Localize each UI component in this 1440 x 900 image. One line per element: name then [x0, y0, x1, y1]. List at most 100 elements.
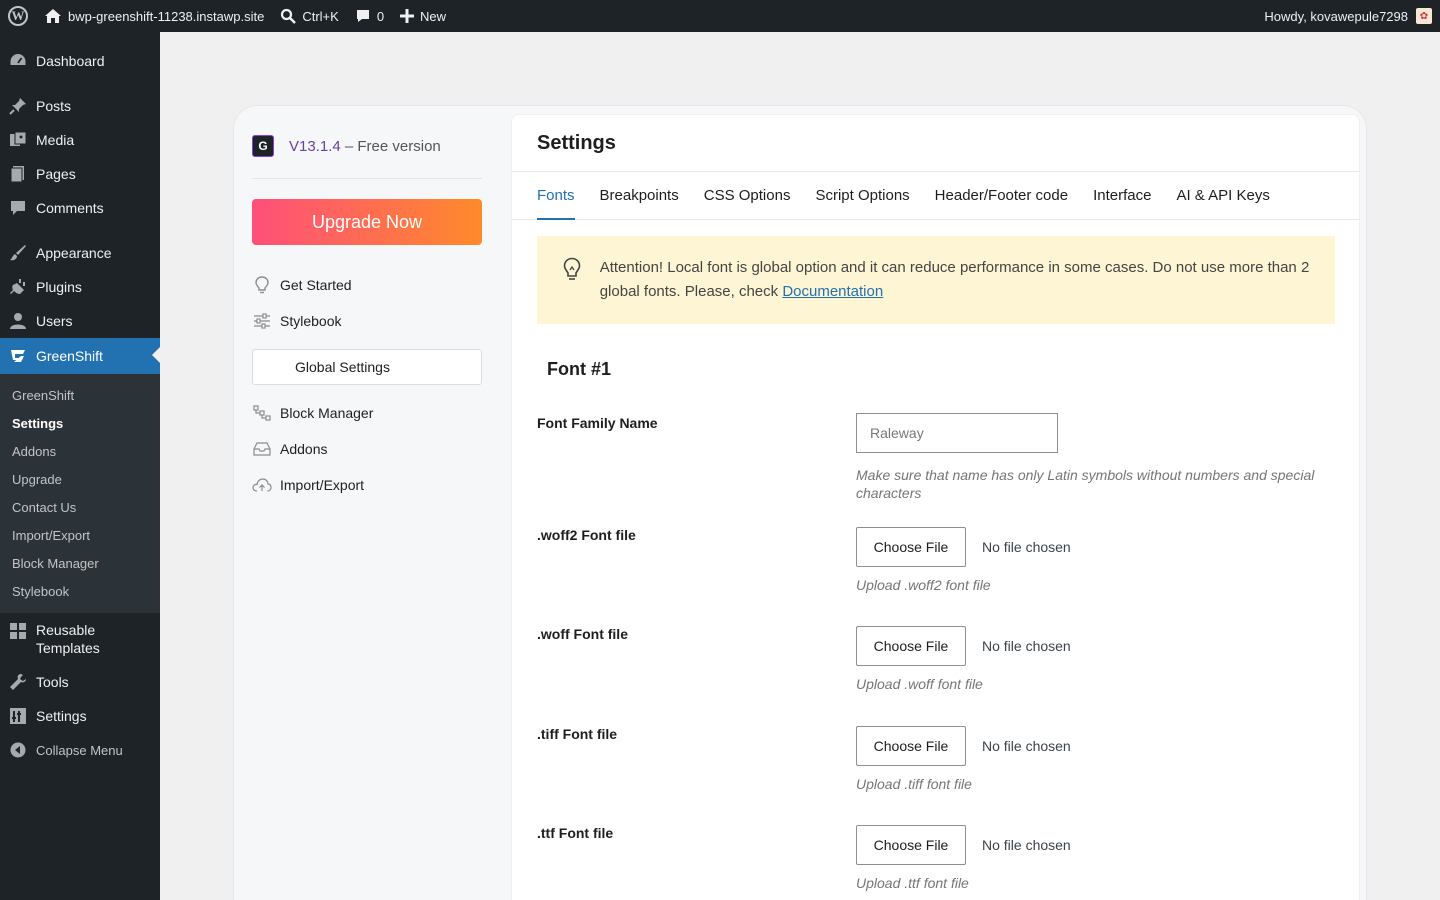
lightbulb-icon [563, 256, 585, 288]
nav-get-started[interactable]: Get Started [252, 267, 482, 303]
plugin-brand: G V13.1.4 – Free version [252, 134, 482, 158]
submenu-item-upgrade[interactable]: Upgrade [0, 465, 160, 493]
version-number: V13.1.4 [289, 137, 341, 155]
menu-item-greenshift[interactable]: GreenShift [0, 338, 160, 374]
menu-item-users[interactable]: Users [0, 304, 160, 338]
documentation-link[interactable]: Documentation [782, 283, 883, 300]
lightbulb-icon [252, 276, 272, 294]
pushpin-icon [8, 96, 28, 116]
blocks-icon [252, 405, 272, 421]
choose-file-button[interactable]: Choose File [856, 726, 966, 766]
main-content: G V13.1.4 – Free version Upgrade Now Get… [160, 32, 1440, 900]
tab-breakpoints[interactable]: Breakpoints [600, 171, 679, 219]
menu-label: Tools [36, 674, 69, 690]
submenu-item-import-export[interactable]: Import/Export [0, 521, 160, 549]
tiff-file-hint: Upload .tiff font file [856, 776, 972, 792]
menu-item-comments[interactable]: Comments [0, 191, 160, 225]
ttf-file-hint: Upload .ttf font file [856, 875, 969, 891]
tab-header-footer-code[interactable]: Header/Footer code [935, 171, 1068, 219]
paintbrush-icon [8, 243, 28, 263]
wrench-icon [8, 672, 28, 692]
menu-item-tools[interactable]: Tools [0, 665, 160, 699]
menu-item-plugins[interactable]: Plugins [0, 270, 160, 304]
attention-notice: Attention! Local font is global option a… [537, 236, 1335, 324]
comment-icon [355, 8, 371, 24]
version-info: V13.1.4 – Free version [289, 138, 441, 155]
tab-ai-api-keys[interactable]: AI & API Keys [1176, 171, 1269, 219]
wordpress-icon: W [8, 6, 28, 26]
ttf-file-label: .ttf Font file [537, 825, 614, 841]
menu-label: Settings [36, 708, 87, 724]
nav-global-settings[interactable]: Global Settings [252, 349, 482, 385]
command-search-button[interactable]: Ctrl+K [272, 0, 346, 32]
menu-item-reusable-templates[interactable]: Reusable Templates [0, 613, 160, 665]
font-family-label: Font Family Name [537, 415, 658, 431]
menu-label: Comments [36, 200, 104, 216]
menu-label: GreenShift [36, 348, 103, 364]
nav-label: Stylebook [280, 313, 342, 329]
menu-label: Appearance [36, 245, 112, 261]
submenu-item-settings[interactable]: Settings [0, 409, 160, 437]
collapse-arrow-icon [8, 740, 28, 760]
file-status: No file chosen [982, 539, 1071, 555]
submenu-item-contact-us[interactable]: Contact Us [0, 493, 160, 521]
menu-label-line-1: Reusable [36, 622, 96, 638]
cloud-upload-icon [252, 478, 272, 492]
dashboard-icon [8, 51, 28, 71]
tab-css-options[interactable]: CSS Options [704, 171, 791, 219]
menu-item-pages[interactable]: Pages [0, 157, 160, 191]
menu-item-appearance[interactable]: Appearance [0, 236, 160, 270]
choose-file-button[interactable]: Choose File [856, 825, 966, 865]
account-menu[interactable]: Howdy, kovawepule7298 ✿ [1264, 8, 1440, 24]
woff-file-input[interactable]: Choose File No file chosen [856, 626, 1336, 666]
menu-label: Dashboard [36, 53, 105, 69]
font-family-control: Raleway Make sure that name has only Lat… [856, 413, 1336, 502]
collapse-menu-button[interactable]: Collapse Menu [0, 733, 160, 767]
woff-file-control: Choose File No file chosen Upload .woff … [856, 626, 1336, 692]
choose-file-button[interactable]: Choose File [856, 626, 966, 666]
submenu-item-block-manager[interactable]: Block Manager [0, 549, 160, 577]
tiff-file-label: .tiff Font file [537, 726, 618, 742]
submenu-item-greenshift[interactable]: GreenShift [0, 381, 160, 409]
nav-stylebook[interactable]: Stylebook [252, 303, 482, 339]
plus-icon [400, 9, 415, 23]
menu-item-dashboard[interactable]: Dashboard [0, 44, 160, 78]
greenshift-submenu: GreenShift Settings Addons Upgrade Conta… [0, 374, 160, 613]
woff2-file-input[interactable]: Choose File No file chosen [856, 527, 1336, 567]
nav-addons[interactable]: Addons [252, 431, 482, 467]
tab-script-options[interactable]: Script Options [815, 171, 909, 219]
nav-label: Get Started [280, 277, 352, 293]
comment-icon [8, 198, 28, 218]
new-content-link[interactable]: New [392, 0, 454, 32]
tab-fonts[interactable]: Fonts [537, 171, 575, 220]
choose-file-button[interactable]: Choose File [856, 527, 966, 567]
page-title: Settings [512, 115, 1359, 172]
grid-icon [8, 621, 28, 641]
ttf-file-input[interactable]: Choose File No file chosen [856, 825, 1336, 865]
woff-file-label: .woff Font file [537, 626, 628, 642]
greenshift-nav: Get Started Stylebook Global Settings Bl… [252, 267, 482, 503]
menu-label-line-2: Templates [36, 640, 100, 656]
font-family-input[interactable]: Raleway [856, 413, 1058, 453]
submenu-item-addons[interactable]: Addons [0, 437, 160, 465]
greenshift-icon [8, 346, 28, 366]
admin-sidebar: Dashboard Posts Media Pages Comments App… [0, 32, 160, 900]
nav-import-export[interactable]: Import/Export [252, 467, 482, 503]
search-icon [280, 8, 297, 24]
menu-label: Reusable Templates [36, 621, 100, 657]
tiff-file-input[interactable]: Choose File No file chosen [856, 726, 1336, 766]
nav-block-manager[interactable]: Block Manager [252, 395, 482, 431]
menu-item-settings[interactable]: Settings [0, 699, 160, 733]
menu-item-posts[interactable]: Posts [0, 89, 160, 123]
upgrade-now-button[interactable]: Upgrade Now [252, 199, 482, 245]
settings-sliders-icon [8, 706, 28, 726]
media-icon [8, 130, 28, 150]
wordpress-logo-button[interactable]: W [0, 0, 36, 32]
menu-item-media[interactable]: Media [0, 123, 160, 157]
tab-interface[interactable]: Interface [1093, 171, 1151, 219]
site-name-link[interactable]: bwp-greenshift-11238.instawp.site [36, 0, 272, 32]
settings-panel: Settings Fonts Breakpoints CSS Options S… [511, 114, 1360, 900]
comments-link[interactable]: 0 [347, 0, 392, 32]
submenu-item-stylebook[interactable]: Stylebook [0, 577, 160, 605]
menu-label: Posts [36, 98, 72, 114]
